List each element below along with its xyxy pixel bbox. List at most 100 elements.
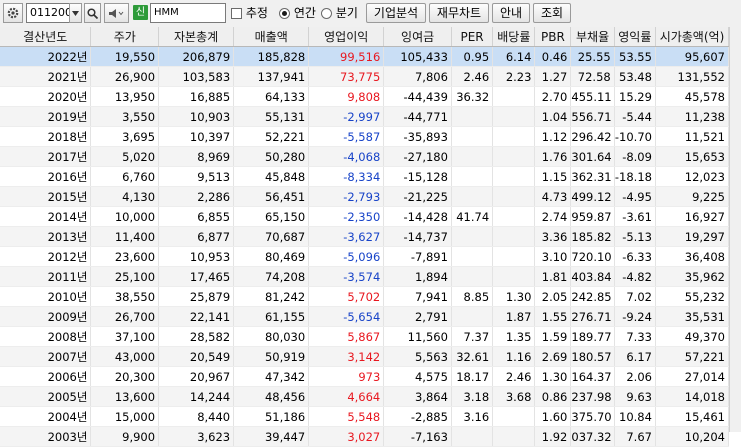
- table-row[interactable]: 2010년 38,550 25,879 81,242 5,702 7,941 8.85 1.3…: [0, 286, 730, 307]
- table-row[interactable]: 2007년 43,000 20,549 50,919 3,142 5,563 32.61 1.…: [0, 346, 730, 367]
- table-cell: 5,548: [308, 406, 385, 427]
- table-cell: 2.46: [451, 66, 494, 87]
- table-cell: 5,867: [308, 326, 385, 347]
- company-analysis-button[interactable]: 기업분석: [366, 3, 426, 23]
- table-cell: 499.12: [570, 186, 615, 207]
- table-cell: [492, 246, 536, 267]
- annual-radio[interactable]: 연간: [279, 3, 321, 23]
- table-row[interactable]: 2012년 23,600 10,953 80,469 -5,096 -7,891 3.10 7…: [0, 246, 730, 267]
- table-cell: [451, 146, 494, 167]
- table-cell: [492, 266, 536, 287]
- table-row[interactable]: 2004년 15,000 8,440 51,186 5,548 -2,885 3.16 1.6…: [0, 406, 730, 427]
- table-cell: 55,232: [655, 286, 730, 307]
- table-cell: 3.36: [534, 226, 572, 247]
- column-header[interactable]: PER: [451, 27, 494, 47]
- table-cell: 7.33: [614, 326, 656, 347]
- table-row[interactable]: 2003년 9,900 3,623 39,447 3,027 -7,163 1.92 037.…: [0, 426, 730, 447]
- estimate-checkbox[interactable]: 추정: [231, 3, 271, 23]
- table-cell: 2009년: [0, 306, 92, 327]
- search-icon[interactable]: [84, 3, 101, 23]
- table-cell: 4,130: [90, 186, 160, 207]
- column-header[interactable]: 자본총계: [158, 27, 235, 47]
- table-cell: 3,864: [383, 386, 452, 407]
- stock-name-field[interactable]: HMM: [150, 3, 226, 23]
- table-cell: 1.15: [534, 166, 572, 187]
- table-cell: 2007년: [0, 346, 92, 367]
- table-cell: -14,428: [383, 206, 452, 227]
- table-cell: 7.02: [614, 286, 656, 307]
- table-cell: 1,894: [383, 266, 452, 287]
- table-cell: 15,461: [655, 406, 730, 427]
- table-row[interactable]: 2021년 26,900 103,583 137,941 73,775 7,806 2.46…: [0, 66, 730, 87]
- vertical-scrollbar[interactable]: [729, 27, 741, 432]
- table-row[interactable]: 2013년 11,400 6,877 70,687 -3,627 -14,737 3.36 1…: [0, 226, 730, 247]
- table-cell: 19,550: [90, 46, 160, 67]
- search-button[interactable]: 조회: [533, 3, 571, 23]
- table-cell: -2,997: [308, 106, 385, 127]
- table-row[interactable]: 2006년 20,300 20,967 47,342 973 4,575 18.17 2.46…: [0, 366, 730, 387]
- table-cell: -44,771: [383, 106, 452, 127]
- column-header[interactable]: 영익률: [614, 27, 656, 47]
- column-header[interactable]: 주가: [90, 27, 160, 47]
- table-cell: 6,855: [158, 206, 235, 227]
- column-header[interactable]: 시가총액(억): [655, 27, 730, 47]
- table-cell: 3.16: [451, 406, 494, 427]
- annual-radio-icon[interactable]: [279, 8, 290, 19]
- table-cell: 2.23: [492, 66, 536, 87]
- table-cell: 2021년: [0, 66, 92, 87]
- estimate-label: 추정: [245, 6, 268, 20]
- table-cell: -3.61: [614, 206, 656, 227]
- estimate-check-icon[interactable]: [231, 8, 242, 19]
- column-header[interactable]: 부채율: [570, 27, 615, 47]
- column-header[interactable]: 매출액: [233, 27, 310, 47]
- table-cell: 45,848: [233, 166, 310, 187]
- dropdown-arrow-icon[interactable]: [69, 3, 82, 23]
- table-cell: 10,397: [158, 126, 235, 147]
- table-cell: 1.76: [534, 146, 572, 167]
- table-cell: 2.46: [492, 366, 536, 387]
- table-row[interactable]: 2015년 4,130 2,286 56,451 -2,793 -21,225 4.73 49…: [0, 186, 730, 207]
- table-cell: 1.30: [492, 286, 536, 307]
- table-cell: -5,587: [308, 126, 385, 147]
- table-cell: 6.17: [614, 346, 656, 367]
- table-row[interactable]: 2014년 10,000 6,855 65,150 -2,350 -14,428 41.74…: [0, 206, 730, 227]
- table-cell: 10,953: [158, 246, 235, 267]
- table-cell: 164.37: [570, 366, 615, 387]
- table-row[interactable]: 2020년 13,950 16,885 64,133 9,808 -44,439 36.32…: [0, 86, 730, 107]
- table-cell: 973: [308, 366, 385, 387]
- stock-code-input[interactable]: 011200: [26, 3, 72, 23]
- table-row[interactable]: 2008년 37,100 28,582 80,030 5,867 11,560 7.37 1.…: [0, 326, 730, 347]
- table-cell: -3,627: [308, 226, 385, 247]
- table-row[interactable]: 2017년 5,020 8,969 50,280 -4,068 -27,180 1.76 30…: [0, 146, 730, 167]
- table-cell: 5,702: [308, 286, 385, 307]
- table-cell: 70,687: [233, 226, 310, 247]
- column-header[interactable]: 영업이익: [308, 27, 385, 47]
- quarter-radio-icon[interactable]: [321, 8, 332, 19]
- stock-badge-icon: 신: [133, 5, 148, 20]
- gear-icon[interactable]: [3, 3, 23, 23]
- table-row[interactable]: 2022년 19,550 206,879 185,828 99,516 105,433 0.…: [0, 46, 730, 67]
- column-header[interactable]: 배당률: [492, 27, 536, 47]
- table-cell: 6,760: [90, 166, 160, 187]
- table-cell: 103,583: [158, 66, 235, 87]
- table-row[interactable]: 2009년 26,700 22,141 61,155 -5,654 2,791 1.87 1.…: [0, 306, 730, 327]
- column-header[interactable]: PBR: [534, 27, 572, 47]
- table-cell: 131,552: [655, 66, 730, 87]
- table-row[interactable]: 2019년 3,550 10,903 55,131 -2,997 -44,771 1.04 5…: [0, 106, 730, 127]
- financial-chart-button[interactable]: 재무차트: [429, 3, 489, 23]
- table-cell: -10.70: [614, 126, 656, 147]
- column-header[interactable]: 결산년도: [0, 27, 92, 47]
- table-cell: [451, 306, 494, 327]
- table-cell: 20,967: [158, 366, 235, 387]
- table-row[interactable]: 2016년 6,760 9,513 45,848 -8,334 -15,128 1.15 36…: [0, 166, 730, 187]
- column-header[interactable]: 잉여금: [383, 27, 452, 47]
- table-row[interactable]: 2018년 3,695 10,397 52,221 -5,587 -35,893 1.12 2…: [0, 126, 730, 147]
- guide-button[interactable]: 안내: [492, 3, 530, 23]
- quarter-radio[interactable]: 분기: [321, 3, 363, 23]
- table-cell: -4.95: [614, 186, 656, 207]
- table-row[interactable]: 2011년 25,100 17,465 74,208 -3,574 1,894 1.81 40…: [0, 266, 730, 287]
- speaker-icon[interactable]: [104, 3, 129, 23]
- table-cell: 11,560: [383, 326, 452, 347]
- table-cell: 28,582: [158, 326, 235, 347]
- table-row[interactable]: 2005년 13,600 14,244 48,456 4,664 3,864 3.18 3.6…: [0, 386, 730, 407]
